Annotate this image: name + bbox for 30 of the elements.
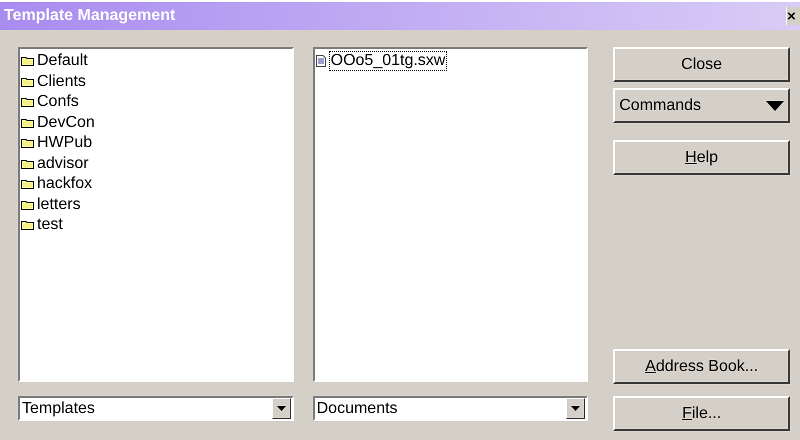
folder-item[interactable]: advisor — [21, 154, 291, 174]
folder-icon — [21, 158, 34, 169]
folder-icon — [21, 220, 34, 230]
dropdown-field[interactable]: Documents — [312, 396, 588, 421]
commands-menu-button[interactable]: Commands — [613, 88, 790, 123]
folder-icon — [21, 97, 34, 108]
folder-item[interactable]: Clients — [21, 72, 291, 92]
dialog-button[interactable]: Help — [613, 140, 790, 175]
dialog-button[interactable]: Close — [613, 47, 790, 82]
folder-item[interactable]: Default — [21, 51, 291, 72]
folder-icon — [21, 179, 34, 190]
dialog-button[interactable]: File... — [613, 396, 790, 431]
folder-icon — [21, 138, 34, 148]
folder-item[interactable]: HWPub — [21, 133, 291, 154]
window-title: Template Management — [3, 7, 176, 25]
folder-icon — [21, 200, 34, 210]
folder-item[interactable]: Confs — [21, 92, 291, 112]
folder-item[interactable]: hackfox — [21, 174, 291, 194]
folder-item[interactable]: letters — [21, 194, 291, 215]
folder-icon — [21, 118, 34, 128]
document-icon — [316, 55, 326, 68]
close-button[interactable]: × — [786, 7, 800, 25]
document-item[interactable]: OOo5_01tg.sxw — [316, 51, 586, 72]
caret-icon — [766, 100, 784, 110]
folder-icon — [21, 56, 34, 66]
dialog-button[interactable]: Address Book... — [613, 349, 790, 384]
dropdown-field[interactable]: Templates — [18, 396, 294, 421]
folder-item[interactable]: test — [21, 215, 291, 236]
folder-icon — [21, 76, 34, 87]
folder-item[interactable]: DevCon — [21, 112, 291, 133]
